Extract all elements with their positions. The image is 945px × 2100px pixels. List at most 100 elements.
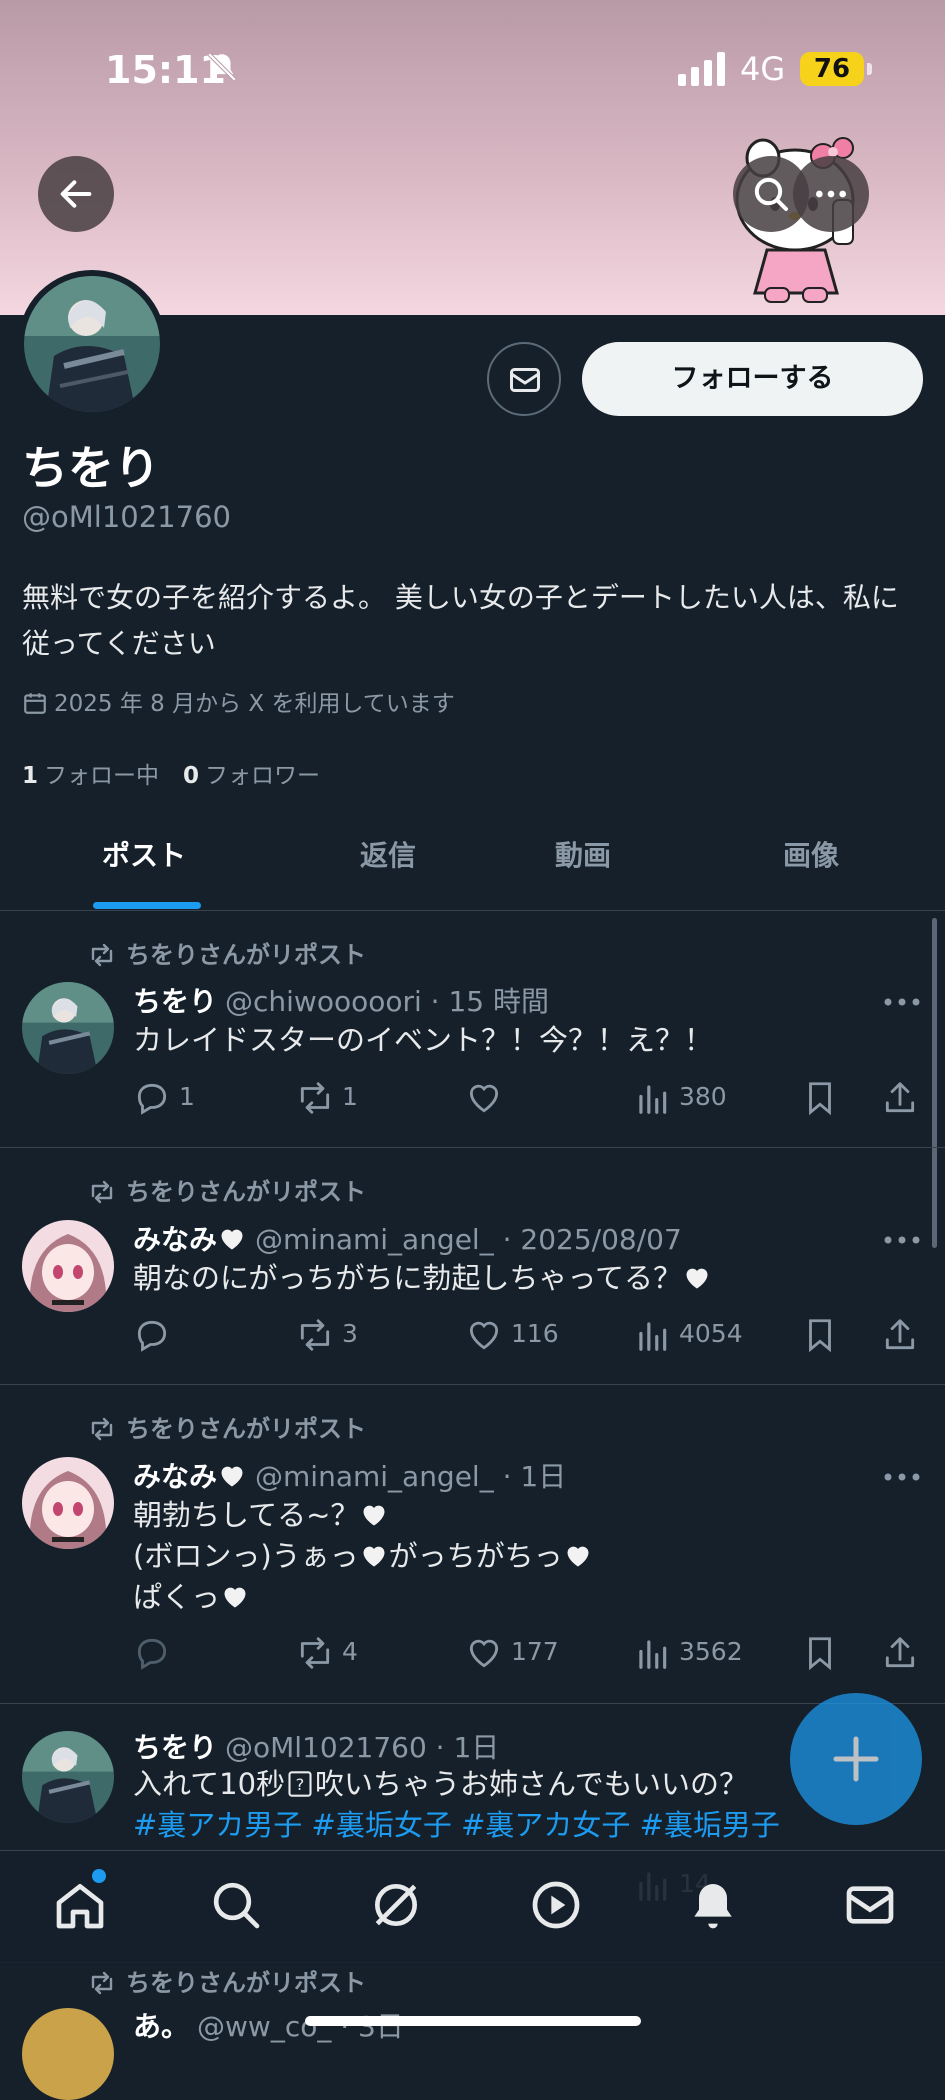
envelope-icon[interactable]: [842, 1877, 898, 1933]
post-avatar[interactable]: [22, 982, 114, 1074]
joined-date: 2025 年 8 月から X を利用しています: [22, 684, 455, 718]
share-button[interactable]: [881, 1077, 927, 1117]
more-options-button[interactable]: [793, 156, 869, 232]
post-more-icon[interactable]: [882, 1230, 922, 1250]
grok-icon[interactable]: [368, 1877, 424, 1933]
post-header: みなみ @minami_angel_ · 2025/08/07: [133, 1218, 682, 1258]
post-text: 朝なのにがっちがちに勃起しちゃってる？: [133, 1258, 712, 1299]
hashtag-link[interactable]: #裏垢男子: [640, 1808, 780, 1842]
repost-button[interactable]: 4: [296, 1632, 358, 1672]
white-heart-icon: [363, 1546, 385, 1567]
bookmark-button[interactable]: [801, 1314, 847, 1354]
followers-label: フォロワー: [205, 763, 321, 789]
like-button[interactable]: [465, 1077, 511, 1117]
repost-indicator: ちをりさんがリポスト: [88, 1172, 366, 1207]
bottom-navigation: [0, 1850, 945, 1966]
followers-count: 0: [183, 763, 200, 789]
reply-icon: [137, 1638, 167, 1670]
repost-icon: [91, 943, 113, 967]
repost-icon: [91, 1417, 113, 1441]
post-text: 入れて10秒? 吹いちゃうお姉さんでもいいの？ #裏アカ男子 #裏垢女子 #裏アカ…: [133, 1764, 780, 1846]
tab-posts[interactable]: ポスト: [102, 834, 186, 874]
repost-indicator: ちをりさんがリポスト: [88, 935, 366, 970]
reply-button[interactable]: 1: [133, 1077, 195, 1117]
views-button[interactable]: 4054: [633, 1314, 743, 1354]
envelope-icon: [510, 368, 540, 392]
follow-button[interactable]: フォローする: [582, 342, 923, 416]
reply-count: 1: [179, 1082, 195, 1111]
post-item[interactable]: ちをりさんがリポスト みなみ @minami_angel_ · 2025/08/0…: [0, 1148, 945, 1385]
tab-images[interactable]: 画像: [783, 834, 839, 874]
bookmark-button[interactable]: [801, 1077, 847, 1117]
bookmark-icon: [809, 1637, 831, 1671]
heart-icon: [469, 1321, 499, 1350]
post-text-line: 朝勃ちしてる~？: [133, 1498, 360, 1532]
reply-button[interactable]: [133, 1314, 179, 1354]
share-button[interactable]: [881, 1632, 927, 1672]
share-icon: [885, 1082, 915, 1113]
view-count: 4054: [679, 1319, 743, 1348]
post-item[interactable]: ちをりさんがリポスト ちをり @chiwooooori · 15 時間 カレイドス…: [0, 910, 945, 1148]
profile-tabs: ポスト 返信 動画 画像: [0, 808, 945, 911]
white-heart-icon: [567, 1546, 589, 1567]
repost-label: ちをりさんがリポスト: [126, 941, 366, 969]
battery-indicator: 76: [800, 52, 872, 86]
message-button[interactable]: [487, 342, 561, 416]
share-button[interactable]: [881, 1314, 927, 1354]
tab-videos[interactable]: 動画: [555, 834, 611, 874]
hashtag-link[interactable]: #裏アカ男子: [133, 1808, 302, 1842]
status-bar: 15:11 4G 76: [0, 0, 945, 140]
post-author-name[interactable]: みなみ: [133, 1460, 217, 1493]
compose-post-button[interactable]: [790, 1693, 922, 1825]
home-icon[interactable]: [52, 1877, 108, 1933]
views-button[interactable]: 380: [633, 1077, 727, 1117]
post-avatar[interactable]: [22, 1731, 114, 1823]
play-icon[interactable]: [528, 1877, 584, 1933]
post-more-icon[interactable]: [882, 992, 922, 1012]
post-meta: @minami_angel_ · 2025/08/07: [255, 1223, 682, 1256]
avatar-photo: [24, 276, 160, 412]
bell-icon[interactable]: [685, 1877, 741, 1933]
repost-icon: [91, 1971, 113, 1995]
post-author-name[interactable]: みなみ: [133, 1223, 217, 1256]
post-item[interactable]: ちをりさんがリポスト みなみ @minami_angel_ · 1日 朝勃ちしてる…: [0, 1385, 945, 1704]
post-more-icon[interactable]: [882, 1467, 922, 1487]
post-author-name[interactable]: ちをり: [133, 985, 217, 1018]
search-icon[interactable]: [208, 1877, 264, 1933]
post-avatar[interactable]: [22, 2008, 114, 2100]
notification-dot: [92, 1869, 106, 1883]
post-avatar[interactable]: [22, 1457, 114, 1549]
unknown-glyph-icon: ?: [288, 1771, 312, 1797]
post-item[interactable]: ちをりさんがリポスト あ。 @ww_co_ · 3日: [0, 1963, 945, 2100]
repost-count: 1: [342, 1082, 358, 1111]
like-button[interactable]: 177: [465, 1632, 559, 1672]
share-icon: [885, 1637, 915, 1668]
bookmark-button[interactable]: [801, 1632, 847, 1672]
views-button[interactable]: 3562: [633, 1632, 743, 1672]
back-button[interactable]: [38, 156, 114, 232]
post-header: ちをり @chiwooooori · 15 時間: [133, 980, 549, 1020]
followers-link[interactable]: 0 フォロワー: [183, 763, 320, 789]
svg-text:?: ?: [296, 1775, 305, 1794]
home-indicator[interactable]: [305, 2016, 641, 2026]
reply-button[interactable]: [133, 1632, 179, 1672]
post-author-name[interactable]: ちをり: [133, 1731, 217, 1764]
following-link[interactable]: 1 フォロー中: [22, 763, 159, 789]
hashtag-link[interactable]: #裏垢女子: [312, 1808, 452, 1842]
post-text-line: ぱくっ: [133, 1580, 221, 1614]
follow-stats: 1 フォロー中 0 フォロワー: [22, 756, 320, 790]
repost-button[interactable]: 3: [296, 1314, 358, 1354]
post-actions: 3 116 4054: [133, 1314, 923, 1354]
hashtag-link[interactable]: #裏アカ女子: [461, 1808, 630, 1842]
profile-bio: 無料で女の子を紹介するよ。 美しい女の子とデートしたい人は、私に従ってください: [22, 581, 899, 660]
post-text-line: 朝なのにがっちがちに勃起しちゃってる？: [133, 1261, 682, 1295]
repost-count: 4: [342, 1637, 358, 1666]
profile-avatar[interactable]: [18, 270, 166, 418]
post-author-name[interactable]: あ。: [133, 2010, 189, 2043]
more-horizontal-icon: [816, 190, 846, 198]
repost-button[interactable]: 1: [296, 1077, 358, 1117]
post-meta: @oMl1021760 · 1日: [225, 1731, 500, 1764]
tab-replies[interactable]: 返信: [360, 834, 416, 874]
like-button[interactable]: 116: [465, 1314, 559, 1354]
post-avatar[interactable]: [22, 1220, 114, 1312]
